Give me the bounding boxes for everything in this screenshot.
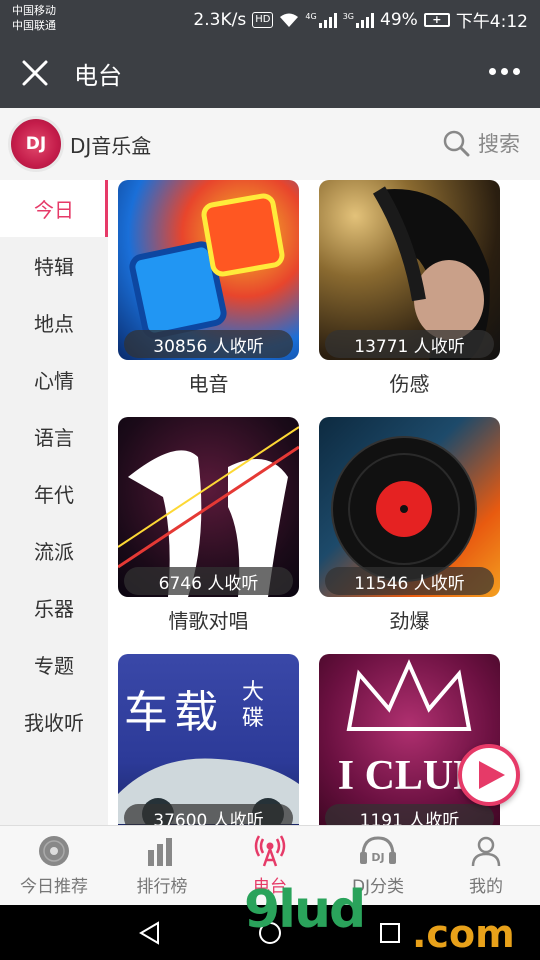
search-icon — [443, 130, 470, 157]
channel-title: 劲爆 — [389, 609, 430, 633]
listener-count: 13771 人收听 — [325, 330, 494, 358]
clock: 下午4:12 — [455, 12, 528, 32]
sidebar-item-language[interactable]: 语言 — [0, 408, 108, 465]
app-bar: DJ DJ音乐盒 搜索 — [0, 108, 540, 180]
net-type-1: 4G — [305, 11, 317, 21]
page-title: 电台 — [74, 62, 122, 90]
search-button[interactable]: 搜索 — [442, 128, 520, 158]
channel-card[interactable]: 6746 人收听 情歌对唱 — [118, 417, 299, 634]
channel-card[interactable]: 13771 人收听 伤感 — [319, 180, 500, 397]
sidebar-item-instrument[interactable]: 乐器 — [0, 579, 108, 636]
carrier-info: 中国移动 中国联通 — [12, 3, 56, 33]
user-icon — [471, 836, 501, 867]
recent-apps-icon[interactable] — [378, 921, 402, 945]
sidebar-item-place[interactable]: 地点 — [0, 294, 108, 351]
carrier-1: 中国移动 — [12, 4, 56, 17]
channel-card[interactable]: 30856 人收听 电音 — [118, 180, 299, 397]
channel-cover: 30856 人收听 — [118, 180, 299, 360]
car-art — [118, 758, 299, 825]
close-icon[interactable] — [20, 58, 50, 88]
sidebar-item-genre[interactable]: 流派 — [0, 522, 108, 579]
wifi-icon — [280, 13, 299, 27]
play-icon — [479, 761, 505, 789]
sidebar-item-my-listening[interactable]: 我收听 — [0, 693, 108, 750]
channel-cover: 13771 人收听 — [319, 180, 500, 360]
hd-badge: HD — [252, 11, 274, 28]
sidebar-item-label: 特辑 — [34, 255, 74, 279]
sidebar-item-label: 专题 — [34, 654, 74, 678]
search-label: 搜索 — [478, 132, 520, 156]
chart-icon — [148, 838, 172, 866]
sidebar-item-label: 流派 — [34, 540, 74, 564]
channel-cover: 车载 大碟 37600 人收听 — [118, 654, 299, 825]
signal-1-icon: 4G — [305, 11, 337, 28]
channel-cover: 11546 人收听 — [319, 417, 500, 597]
sidebar-item-label: 我收听 — [24, 711, 84, 735]
sidebar-item-label: 语言 — [34, 426, 74, 450]
net-speed: 2.3K/s — [193, 9, 247, 30]
channel-cover: 6746 人收听 — [118, 417, 299, 597]
back-icon[interactable] — [138, 921, 162, 945]
channel-card[interactable]: 车载 大碟 37600 人收听 — [118, 654, 299, 825]
status-right: 2.3K/s HD 4G 3G 49% + 下午4:12 — [193, 7, 528, 33]
channel-title: 情歌对唱 — [168, 609, 249, 633]
status-bar: 中国移动 中国联通 2.3K/s HD 4G 3G 49% + 下午4:12 — [0, 0, 540, 38]
tab-today-recommend[interactable]: 今日推荐 — [0, 826, 108, 905]
listener-count: 11546 人收听 — [325, 567, 494, 595]
sidebar-item-special[interactable]: 特辑 — [0, 237, 108, 294]
carrier-2: 中国联通 — [12, 19, 56, 32]
listener-count: 37600 人收听 — [124, 804, 293, 825]
tab-label: 我的 — [469, 877, 503, 897]
app-logo: DJ — [8, 116, 64, 172]
signal-2-icon: 3G — [342, 11, 375, 28]
channel-title: 电音 — [188, 372, 229, 396]
listener-count: 6746 人收听 — [124, 567, 293, 595]
app-name: DJ音乐盒 — [70, 134, 152, 158]
tab-mine[interactable]: 我的 — [432, 826, 540, 905]
channel-grid: 30856 人收听 电音 13771 人收听 伤感 6746 人收听 情歌对唱 — [108, 180, 540, 825]
sidebar-item-topic[interactable]: 专题 — [0, 636, 108, 693]
tab-ranking[interactable]: 排行榜 — [108, 826, 216, 905]
play-button[interactable] — [458, 744, 520, 806]
category-sidebar: 今日 特辑 地点 心情 语言 年代 流派 乐器 专题 我收听 — [0, 180, 108, 825]
more-icon[interactable] — [489, 68, 520, 75]
sidebar-item-label: 今日 — [34, 198, 74, 222]
sidebar-item-label: 年代 — [34, 483, 74, 507]
listener-count: 30856 人收听 — [124, 330, 293, 358]
tab-label: 今日推荐 — [20, 877, 88, 897]
sidebar-item-era[interactable]: 年代 — [0, 465, 108, 522]
channel-title: 伤感 — [389, 372, 430, 396]
battery-percent: 49% — [380, 9, 418, 30]
battery-icon: + — [423, 12, 450, 27]
watermark-suffix: .com — [412, 912, 515, 956]
dj-headphone-icon: DJ — [360, 836, 396, 864]
channel-card[interactable]: 11546 人收听 劲爆 — [319, 417, 500, 634]
tab-label: 排行榜 — [136, 877, 188, 897]
sidebar-item-mood[interactable]: 心情 — [0, 351, 108, 408]
net-type-2: 3G — [342, 11, 355, 21]
listener-count: 1191 人收听 — [325, 804, 494, 825]
radio-tower-icon — [254, 835, 286, 867]
logo-text: DJ — [25, 134, 47, 154]
disc-icon — [39, 836, 69, 866]
title-bar: 电台 — [0, 38, 540, 108]
svg-text:DJ: DJ — [371, 851, 384, 864]
sidebar-item-label: 乐器 — [34, 597, 74, 621]
sidebar-item-label: 心情 — [34, 369, 74, 393]
sidebar-item-today[interactable]: 今日 — [0, 180, 108, 237]
watermark-logo: 9lud — [244, 880, 366, 940]
sidebar-item-label: 地点 — [34, 312, 74, 336]
